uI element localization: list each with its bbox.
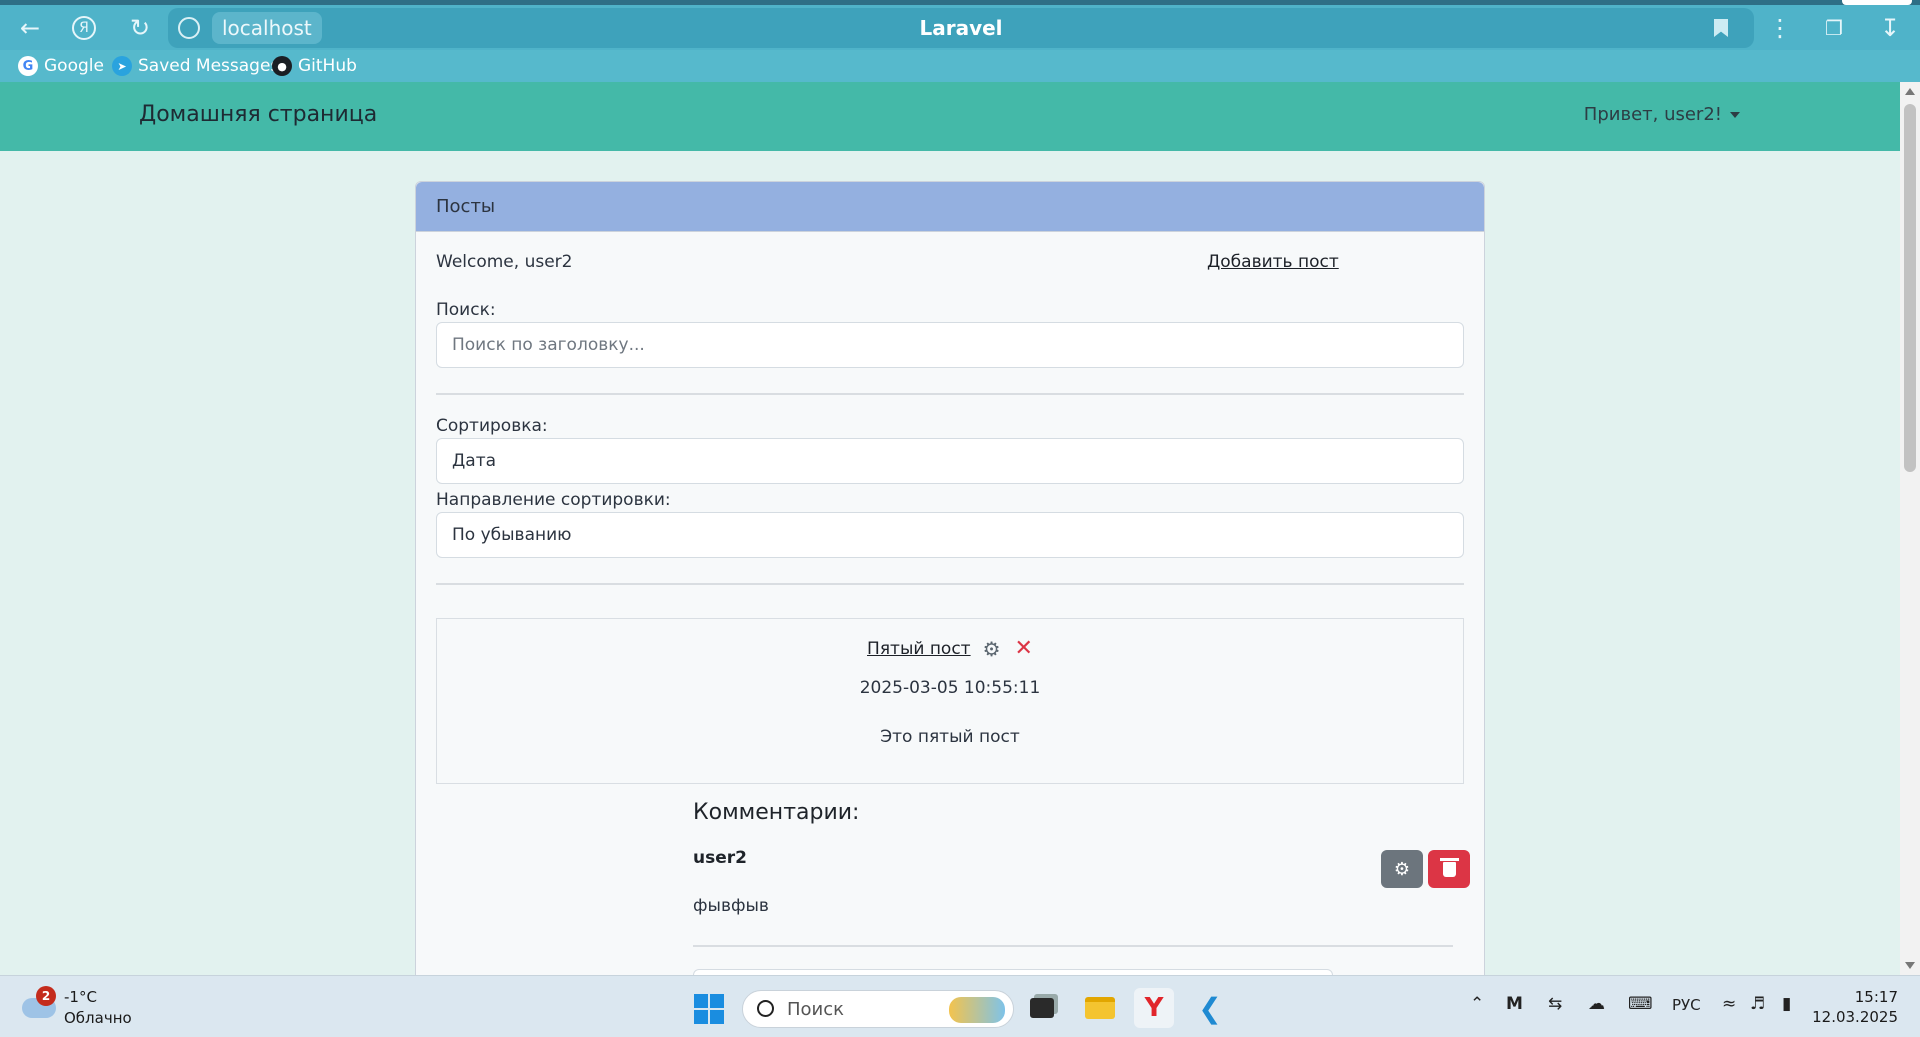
divider xyxy=(436,583,1464,585)
yandex-home-icon[interactable]: Я xyxy=(66,10,102,46)
sort-label: Сортировка: xyxy=(436,416,548,436)
back-arrow-icon[interactable]: ← xyxy=(12,10,48,46)
delete-comment-button[interactable] xyxy=(1428,850,1470,888)
post-title-link[interactable]: Пятый пост xyxy=(867,639,971,659)
comment-author: user2 xyxy=(693,848,747,868)
onedrive-icon[interactable]: ☁ xyxy=(1588,994,1605,1014)
yandex-logo-icon: Я xyxy=(72,16,96,40)
page-tab-title: Laravel xyxy=(919,16,1003,40)
taskbar: 2 -1°C Облачно Поиск Y ❮ ⌃ M ⇆ ☁ ⌨ РУС ≈… xyxy=(0,975,1920,1037)
reload-icon[interactable]: ↻ xyxy=(122,10,158,46)
bookmark-label: Google xyxy=(44,56,104,76)
weather-desc[interactable]: Облачно xyxy=(64,1009,132,1027)
sort-direction-label: Направление сортировки: xyxy=(436,490,671,510)
user-dropdown[interactable]: Привет, user2! xyxy=(1584,104,1740,125)
tray-sync-icon[interactable]: ⇆ xyxy=(1548,994,1562,1014)
taskbar-search-label: Поиск xyxy=(787,999,845,1020)
bookmark-saved-messages[interactable]: ➤ Saved Messages xyxy=(112,54,279,78)
tray-app-icon[interactable]: M xyxy=(1506,994,1523,1014)
divider xyxy=(693,945,1453,947)
language-indicator[interactable]: РУС xyxy=(1672,996,1701,1014)
sort-select[interactable]: Дата xyxy=(436,438,1464,484)
page-scrollbar[interactable] xyxy=(1900,82,1920,975)
comments-heading: Комментарии: xyxy=(693,800,860,825)
caret-down-icon xyxy=(1730,111,1740,118)
yandex-browser-icon[interactable]: Y xyxy=(1134,988,1174,1028)
welcome-text: Welcome, user2 xyxy=(436,252,573,272)
vscode-icon[interactable]: ❮ xyxy=(1190,988,1230,1028)
volume-icon[interactable]: ♬ xyxy=(1750,994,1765,1014)
windows-start-icon[interactable] xyxy=(694,994,724,1024)
clock-date: 12.03.2025 xyxy=(1812,1008,1898,1026)
posts-card: Посты Welcome, user2 Добавить пост Поиск… xyxy=(415,181,1485,975)
bookmark-label: Saved Messages xyxy=(138,56,280,76)
edit-comment-button[interactable]: ⚙ xyxy=(1381,850,1423,888)
browser-toolbar: ← Я ↻ localhost Laravel ⋮ ❐ ↧ xyxy=(0,5,1920,50)
github-icon: ● xyxy=(272,56,292,76)
bookmark-google[interactable]: G Google xyxy=(18,54,104,78)
taskbar-search[interactable]: Поиск xyxy=(742,990,1014,1028)
trash-icon xyxy=(1439,857,1459,877)
wifi-icon[interactable]: ≈ xyxy=(1722,994,1736,1014)
scroll-up-arrow[interactable] xyxy=(1905,88,1915,95)
task-view-icon[interactable] xyxy=(1022,988,1062,1028)
gears-icon: ⚙ xyxy=(1393,858,1411,880)
comment-text: фывфыв xyxy=(693,896,769,916)
bookmarks-bar: G Google ➤ Saved Messages ● GitHub xyxy=(0,50,1920,82)
add-post-link[interactable]: Добавить пост xyxy=(1207,252,1339,272)
post-title-row: Пятый пост ⚙ ✕ xyxy=(437,638,1463,660)
clock-time: 15:17 xyxy=(1854,988,1898,1006)
search-label: Поиск: xyxy=(436,300,496,320)
download-icon[interactable]: ↧ xyxy=(1872,10,1908,46)
scroll-down-arrow[interactable] xyxy=(1905,962,1915,969)
bookmark-github[interactable]: ● GitHub xyxy=(272,54,357,78)
weather-badge: 2 xyxy=(36,986,56,1006)
gear-icon[interactable]: ⚙ xyxy=(983,639,1001,659)
card-header: Посты xyxy=(416,182,1484,232)
post-body: Это пятый пост xyxy=(880,727,1020,747)
file-explorer-icon[interactable] xyxy=(1080,988,1120,1028)
bookmark-label: GitHub xyxy=(298,56,357,76)
post-item: Пятый пост ⚙ ✕ 2025-03-05 10:55:11 Это п… xyxy=(436,618,1464,784)
sort-direction-select[interactable]: По убыванию xyxy=(436,512,1464,558)
post-date: 2025-03-05 10:55:11 xyxy=(859,678,1041,698)
keyboard-icon[interactable]: ⌨ xyxy=(1628,994,1653,1014)
search-input[interactable]: Поиск по заголовку... xyxy=(436,322,1464,368)
navbar-brand[interactable]: Домашняя страница xyxy=(139,102,377,127)
page-viewport: Домашняя страница Привет, user2! Посты W… xyxy=(0,82,1900,975)
user-dropdown-label: Привет, user2! xyxy=(1583,104,1722,125)
search-icon xyxy=(757,1000,774,1017)
google-icon: G xyxy=(18,56,38,76)
close-icon[interactable]: ✕ xyxy=(1015,638,1033,660)
weather-temp[interactable]: -1°C xyxy=(64,988,97,1006)
tray-overflow-icon[interactable]: ⌃ xyxy=(1470,994,1484,1014)
address-bar[interactable]: localhost Laravel xyxy=(168,8,1754,48)
search-highlight-icon xyxy=(949,997,1005,1023)
battery-icon[interactable]: ▮ xyxy=(1782,994,1791,1014)
telegram-icon: ➤ xyxy=(112,56,132,76)
system-clock[interactable]: 15:17 12.03.2025 xyxy=(1812,987,1898,1027)
divider xyxy=(436,393,1464,395)
app-navbar: Домашняя страница Привет, user2! xyxy=(0,82,1900,151)
more-menu-icon[interactable]: ⋮ xyxy=(1762,10,1798,46)
scroll-thumb[interactable] xyxy=(1904,104,1916,472)
tabs-panel-icon[interactable]: ❐ xyxy=(1816,10,1852,46)
